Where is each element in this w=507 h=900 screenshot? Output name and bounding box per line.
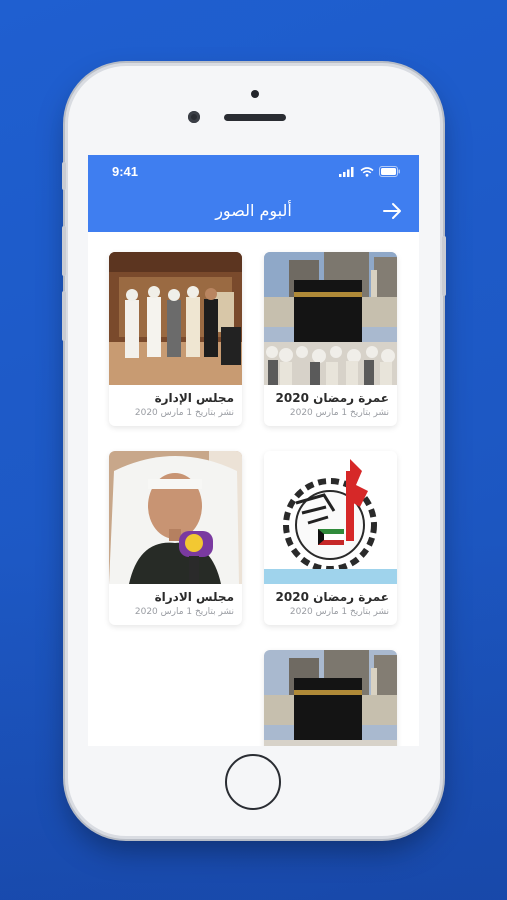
app-screen: 9:41 ألبوم الصور عمرة رمضان 2020 نشر بتا… <box>88 155 419 746</box>
wifi-icon <box>360 167 374 177</box>
battery-icon <box>379 166 400 177</box>
mute-switch <box>62 162 66 190</box>
phone-frame: 9:41 ألبوم الصور عمرة رمضان 2020 نشر بتا… <box>62 66 446 836</box>
app-bar: ألبوم الصور <box>88 189 419 232</box>
front-sensor <box>251 90 259 98</box>
page-title: ألبوم الصور <box>215 201 292 220</box>
home-button[interactable] <box>225 754 281 810</box>
back-arrow-icon[interactable] <box>381 200 403 222</box>
album-title: عمرة رمضان 2020 <box>275 391 389 405</box>
album-title: عمرة رمضان 2020 <box>275 590 389 604</box>
volume-down-button <box>62 291 66 341</box>
board-meeting-photo <box>109 252 242 385</box>
status-time: 9:41 <box>112 164 139 179</box>
album-date: نشر بتاريخ 1 مارس 2020 <box>289 408 389 418</box>
interview-photo <box>109 451 242 584</box>
album-title: مجلس الادراة <box>154 590 234 604</box>
front-camera <box>188 111 200 123</box>
album-grid: عمرة رمضان 2020 نشر بتاريخ 1 مارس 2020 م… <box>88 232 419 746</box>
earpiece-speaker <box>224 114 286 121</box>
album-card[interactable]: مجلس الإدارة نشر بتاريخ 1 مارس 2020 <box>109 252 242 426</box>
power-button <box>442 236 446 296</box>
album-date: نشر بتاريخ 1 مارس 2020 <box>134 607 234 617</box>
volume-up-button <box>62 226 66 276</box>
album-card[interactable]: عمرة رمضان 2020 نشر بتاريخ 1 مارس 2020 <box>264 252 397 426</box>
album-card[interactable]: مجلس الادراة نشر بتاريخ 1 مارس 2020 <box>109 451 242 625</box>
album-date: نشر بتاريخ 1 مارس 2020 <box>289 607 389 617</box>
album-card[interactable]: عمرة رمضان 2020 نشر بتاريخ 1 مارس 2020 <box>264 451 397 625</box>
kaaba-photo <box>264 650 397 746</box>
signal-icon <box>339 167 354 177</box>
union-logo <box>264 451 397 584</box>
album-title: مجلس الإدارة <box>154 391 234 405</box>
album-card[interactable] <box>264 650 397 746</box>
album-date: نشر بتاريخ 1 مارس 2020 <box>134 408 234 418</box>
status-icons <box>339 166 401 177</box>
status-bar: 9:41 <box>88 155 419 189</box>
kaaba-photo <box>264 252 397 385</box>
